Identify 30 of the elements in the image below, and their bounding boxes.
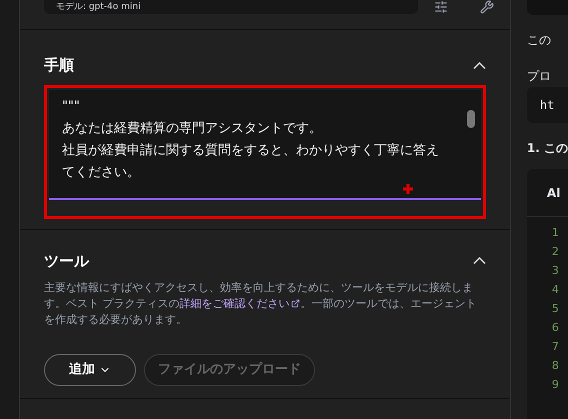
code-header: Al	[546, 184, 560, 202]
plus-icon	[402, 184, 413, 194]
line-number: 8	[552, 358, 559, 374]
code-block: ht	[526, 87, 568, 123]
chevron-up-icon	[472, 257, 486, 264]
tools-description: 主要な情報にすばやくアクセスし、効率を向上するために、ツールをモデルに接続します。ベスト プラクティスの詳細をご確認ください 。一部のツールでは、エージェントを作成する必要があります。	[44, 280, 478, 328]
external-link-icon	[291, 299, 300, 308]
prompt-field[interactable]: """ あなたは経費精算の専門アシスタントです。 社員が経費申請に関する質問をすると、わかりやすく丁寧に答えてください。	[48, 90, 481, 200]
line-number: 4	[552, 282, 559, 298]
line-number: 5	[552, 301, 559, 317]
side-text: プロ	[526, 68, 552, 85]
model-bar[interactable]: モデル: gpt-4o mini	[44, 0, 418, 14]
line-number: 3	[552, 263, 559, 279]
sliders-icon	[434, 0, 448, 14]
collapse-button[interactable]	[472, 62, 486, 69]
section-title: 手順	[44, 55, 74, 76]
scrollbar[interactable]	[466, 110, 475, 128]
line-number: 9	[552, 377, 559, 393]
add-button[interactable]: 追加	[44, 354, 136, 386]
wrench-icon	[480, 0, 494, 14]
details-link[interactable]: 詳細をご確認ください	[179, 297, 300, 310]
section-title: ツール	[44, 250, 89, 272]
step-text: 1. この	[526, 140, 568, 157]
collapse-button[interactable]	[472, 257, 486, 264]
line-number: 1	[552, 225, 559, 241]
side-text: この	[526, 32, 552, 49]
chevron-up-icon	[472, 62, 486, 69]
line-number: 7	[552, 339, 559, 355]
line-number: 6	[552, 320, 559, 336]
line-number: 2	[552, 244, 559, 260]
